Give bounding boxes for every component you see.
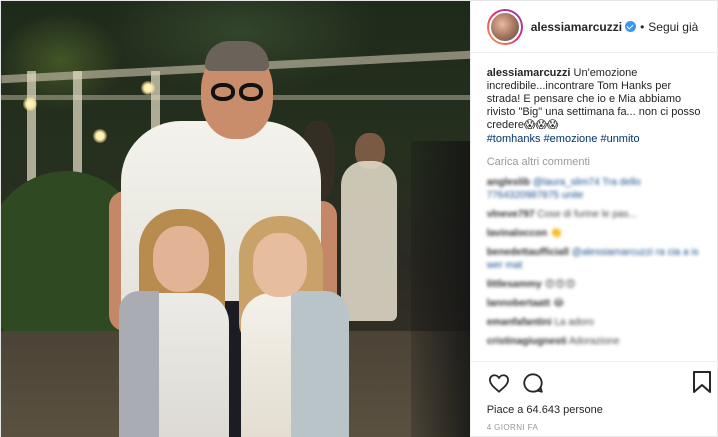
hashtag-link[interactable]: #tomhanks <box>487 133 541 145</box>
avatar[interactable] <box>486 8 523 45</box>
hashtag-link[interactable]: #unmito <box>600 133 639 145</box>
comment-username[interactable]: lannobertaatt <box>487 298 550 309</box>
photo-glasses <box>207 83 267 103</box>
photo-column <box>27 71 36 181</box>
photo-girl-face <box>253 233 307 297</box>
post-actions: Piace a 64.643 persone 4 GIORNI FA <box>470 361 718 437</box>
photo-background-person <box>341 161 397 321</box>
comment-username[interactable]: benedettaufficiall <box>487 247 569 258</box>
bookmark-icon[interactable] <box>691 370 713 394</box>
comment-text: 😍😍😍 <box>544 279 576 290</box>
list-item: lannobertaatt 😂 <box>487 297 701 310</box>
comment-username[interactable]: angleslib <box>487 177 530 188</box>
list-item: emanfafantini La adoro <box>487 316 701 329</box>
load-more-comments-button[interactable]: Carica altri commenti <box>487 156 701 168</box>
post-caption: alessiamarcuzzi Un'emozione incredibile.… <box>487 67 701 132</box>
post-timestamp[interactable]: 4 GIORNI FA <box>487 423 703 432</box>
author-username[interactable]: alessiamarcuzzi <box>531 20 622 34</box>
caption-hashtags: #tomhanks #emozione #unmito <box>487 133 701 146</box>
likes-count[interactable]: Piace a 64.643 persone <box>487 404 703 416</box>
action-icons <box>487 370 711 396</box>
comment-text: La adoro <box>554 317 594 328</box>
list-item: vlneve797 Cose di furine le pas... <box>487 208 701 221</box>
hashtag-link[interactable]: #emozione <box>544 133 598 145</box>
comments-section[interactable]: alessiamarcuzzi Un'emozione incredibile.… <box>471 53 717 359</box>
post-side-panel: alessiamarcuzzi • Segui già alessiamarcu… <box>469 1 718 437</box>
list-item: littlesammy 😍😍😍 <box>487 278 701 291</box>
comment-text: 😂 <box>552 298 565 309</box>
list-item: lavinaloccon 👏 <box>487 227 701 240</box>
photo-man-hair <box>205 41 269 71</box>
comment-username[interactable]: littlesammy <box>487 279 542 290</box>
following-button[interactable]: Segui già <box>648 20 698 34</box>
verified-badge-icon <box>625 21 637 32</box>
photo-girl-face <box>153 226 209 292</box>
post-photo[interactable] <box>1 1 470 437</box>
photo-lamp <box>141 81 155 95</box>
photo-lamp <box>23 97 37 111</box>
list-item: angleslib @laura_slim74 Tra dello 776432… <box>487 176 701 202</box>
comment-username[interactable]: vlneve797 <box>487 209 535 220</box>
photo-shadow <box>411 141 470 437</box>
instagram-post: alessiamarcuzzi • Segui già alessiamarcu… <box>0 0 718 437</box>
comment-text: 👏 <box>550 228 563 239</box>
photo-column <box>73 71 82 181</box>
heart-icon[interactable] <box>487 371 511 395</box>
follow-separator: • <box>640 19 645 34</box>
photo-girl-cardigan <box>291 291 349 437</box>
comment-text: Cose di furine le pas... <box>537 209 637 220</box>
list-item: benedettaufficiall @alessiamarcuzzi ra c… <box>487 246 701 272</box>
comment-list: angleslib @laura_slim74 Tra dello 776432… <box>487 176 701 348</box>
post-header: alessiamarcuzzi • Segui già <box>470 1 717 53</box>
comment-icon[interactable] <box>521 371 545 395</box>
photo-girl-cardigan <box>119 291 159 437</box>
photo-lamp <box>93 129 107 143</box>
comment-username[interactable]: lavinaloccon <box>487 228 548 239</box>
avatar-image <box>488 10 521 43</box>
list-item: cristinagiugnesti Adorazione <box>487 335 701 348</box>
comment-text: Adorazione <box>568 336 620 347</box>
comment-username[interactable]: cristinagiugnesti <box>487 336 567 347</box>
caption-username[interactable]: alessiamarcuzzi <box>487 67 571 79</box>
comment-username[interactable]: emanfafantini <box>487 317 552 328</box>
